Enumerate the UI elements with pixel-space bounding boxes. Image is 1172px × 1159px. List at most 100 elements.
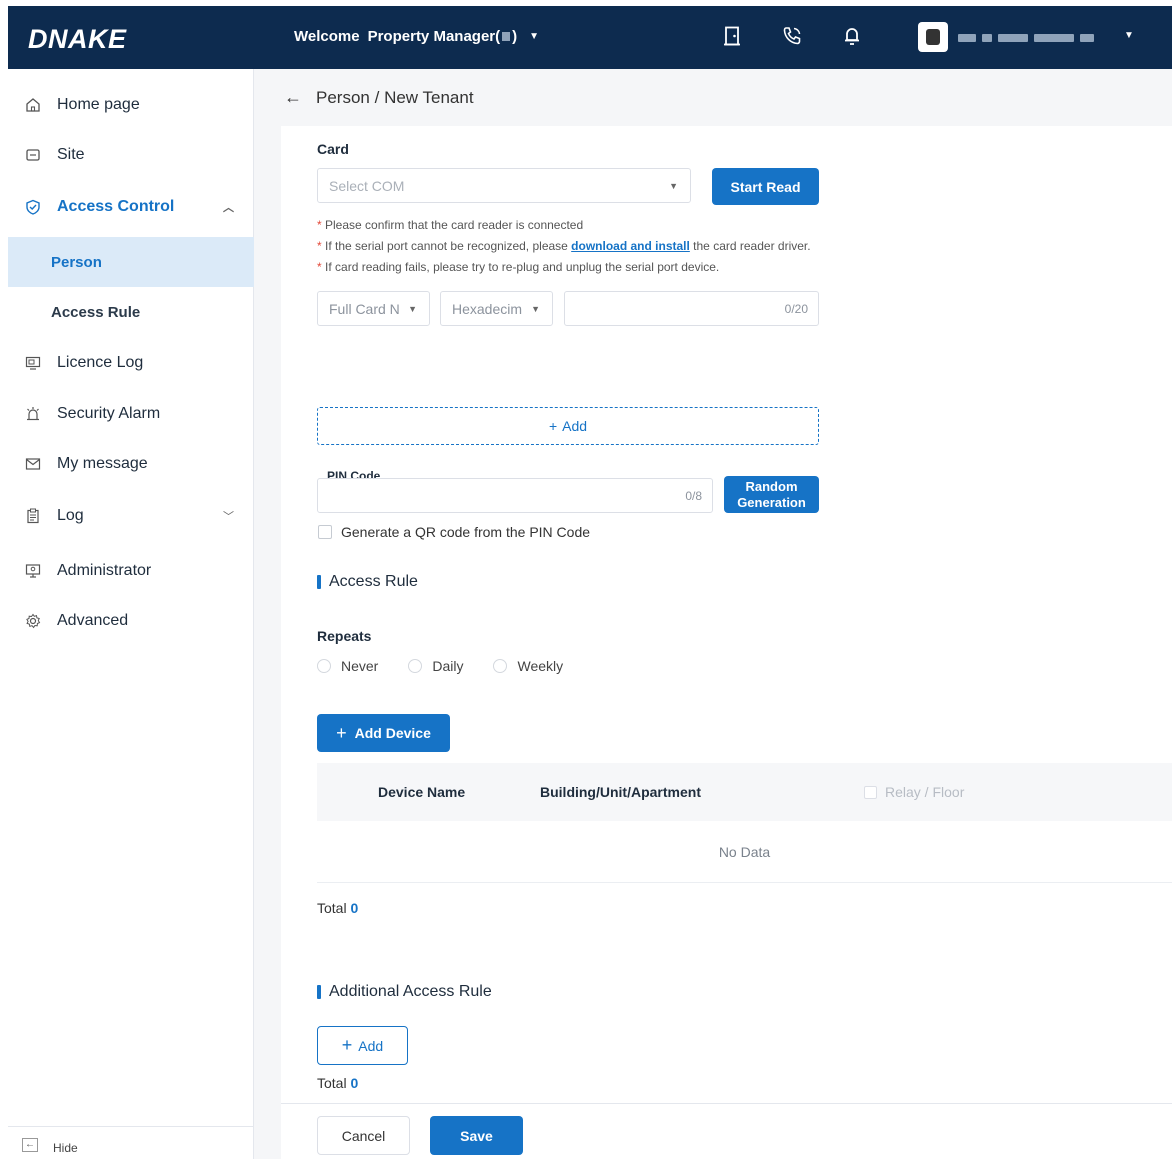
card-type-select[interactable]: Full Card N ▼ bbox=[317, 291, 430, 326]
chevron-down-icon: ▼ bbox=[529, 31, 540, 42]
sidebar-item-home[interactable]: Home page bbox=[8, 85, 254, 125]
sidebar-item-label: Home page bbox=[57, 96, 140, 113]
hide-sidebar-toggle[interactable]: ← Hide bbox=[8, 1126, 254, 1159]
device-table-header: Device Name Building/Unit/Apartment Rela… bbox=[317, 763, 1172, 821]
form-footer: Cancel Save bbox=[281, 1103, 1172, 1159]
user-name-redacted[interactable] bbox=[958, 33, 1123, 43]
com-port-select[interactable]: Select COM ▼ bbox=[317, 168, 691, 203]
random-generation-button[interactable]: Random Generation bbox=[724, 476, 819, 513]
add-card-button[interactable]: + Add bbox=[317, 407, 819, 445]
com-port-placeholder: Select COM bbox=[329, 177, 405, 194]
shield-icon bbox=[24, 198, 42, 216]
folder-icon bbox=[24, 146, 42, 164]
column-relay-floor: Relay / Floor bbox=[864, 784, 964, 800]
repeat-never-radio[interactable]: Never bbox=[317, 658, 378, 674]
note-reader-connected: * Please confirm that the card reader is… bbox=[317, 218, 584, 232]
card-section-title: Card bbox=[317, 141, 349, 157]
sidebar-item-security-alarm[interactable]: Security Alarm bbox=[8, 394, 254, 434]
pin-code-input[interactable]: 0/8 bbox=[317, 478, 713, 513]
note-replug: * If card reading fails, please try to r… bbox=[317, 260, 720, 274]
relay-checkbox[interactable] bbox=[864, 785, 877, 799]
repeat-daily-radio[interactable]: Daily bbox=[408, 658, 463, 674]
chevron-down-icon[interactable]: ▼ bbox=[1124, 30, 1134, 41]
qr-code-checkbox[interactable] bbox=[318, 525, 332, 539]
monitor-icon bbox=[24, 562, 42, 580]
chevron-up-icon: ︿ bbox=[223, 202, 234, 214]
phone-call-icon[interactable] bbox=[780, 24, 804, 48]
avatar[interactable] bbox=[918, 22, 948, 52]
welcome-text: Welcome bbox=[294, 28, 360, 45]
sidebar-item-label: Access Rule bbox=[51, 303, 141, 321]
card-format-select[interactable]: Hexadecim ▼ bbox=[440, 291, 553, 326]
pin-counter: 0/8 bbox=[685, 489, 702, 503]
door-icon[interactable] bbox=[720, 24, 744, 48]
sidebar-item-label: Licence Log bbox=[57, 354, 144, 371]
note-serial-port: * If the serial port cannot be recognize… bbox=[317, 239, 811, 253]
bell-icon[interactable] bbox=[840, 24, 864, 48]
sidebar-item-my-message[interactable]: My message bbox=[8, 444, 254, 484]
cancel-button[interactable]: Cancel bbox=[317, 1116, 410, 1155]
chevron-down-icon: ▼ bbox=[408, 303, 417, 314]
dnake-logo[interactable]: DNAKE bbox=[28, 24, 127, 55]
plus-icon: + bbox=[341, 1035, 353, 1055]
sidebar-item-label: Site bbox=[57, 146, 85, 163]
sidebar: Home page Site Access Control ︿ Person A… bbox=[8, 69, 254, 1159]
plus-icon: + bbox=[548, 418, 558, 434]
start-read-button[interactable]: Start Read bbox=[712, 168, 819, 205]
tenant-form-card: Card Select COM ▼ Start Read * Please co… bbox=[281, 126, 1172, 1159]
repeat-weekly-radio[interactable]: Weekly bbox=[493, 658, 563, 674]
sidebar-item-label: Administrator bbox=[57, 562, 152, 579]
add-additional-rule-button[interactable]: + Add bbox=[317, 1026, 408, 1065]
card-number-counter: 0/20 bbox=[784, 302, 808, 316]
additional-rule-heading: Additional Access Rule bbox=[317, 983, 492, 1001]
sidebar-item-access-control[interactable]: Access Control ︿ bbox=[8, 187, 254, 227]
sidebar-item-person[interactable]: Person bbox=[8, 237, 254, 287]
sidebar-item-licence-log[interactable]: Licence Log bbox=[8, 343, 254, 383]
sidebar-item-label: Advanced bbox=[57, 612, 129, 629]
save-button[interactable]: Save bbox=[430, 1116, 523, 1155]
chevron-down-icon: ▼ bbox=[531, 303, 540, 314]
licence-icon bbox=[24, 354, 42, 372]
download-driver-link[interactable]: download and install bbox=[571, 239, 690, 253]
qr-code-label: Generate a QR code from the PIN Code bbox=[341, 524, 591, 540]
column-building: Building/Unit/Apartment bbox=[540, 784, 701, 800]
plus-icon: + bbox=[336, 722, 347, 743]
sidebar-item-advanced[interactable]: Advanced bbox=[8, 601, 254, 641]
home-icon bbox=[24, 96, 42, 114]
chevron-down-icon: ﹀ bbox=[223, 511, 234, 523]
sidebar-item-log[interactable]: Log ﹀ bbox=[8, 496, 254, 536]
access-rule-heading: Access Rule bbox=[317, 573, 418, 591]
top-header: DNAKE Welcome Property Manager() ▼ ▼ bbox=[8, 6, 1172, 69]
arrow-left-icon: ← bbox=[22, 1138, 38, 1152]
device-table-empty: No Data bbox=[317, 821, 1172, 883]
breadcrumb-parent[interactable]: Person bbox=[316, 88, 370, 107]
sidebar-item-site[interactable]: Site bbox=[8, 135, 254, 175]
welcome-menu[interactable]: Welcome Property Manager() ▼ bbox=[294, 28, 539, 45]
sidebar-item-label: My message bbox=[57, 455, 148, 472]
role-label: Property Manager() bbox=[367, 28, 518, 45]
device-total: Total 0 bbox=[317, 900, 359, 916]
back-arrow-icon[interactable]: ← bbox=[284, 87, 302, 108]
gear-icon bbox=[24, 612, 42, 630]
clipboard-icon bbox=[24, 507, 42, 525]
sidebar-item-administrator[interactable]: Administrator bbox=[8, 551, 254, 591]
sidebar-item-label: Person bbox=[51, 253, 102, 271]
main-content: ← Person / New Tenant Card Select COM ▼ … bbox=[254, 69, 1172, 1159]
sidebar-item-label: Security Alarm bbox=[57, 405, 161, 422]
alarm-icon bbox=[24, 405, 42, 423]
additional-total: Total 0 bbox=[317, 1075, 359, 1091]
repeats-title: Repeats bbox=[317, 628, 372, 644]
breadcrumb-text: Person / New Tenant bbox=[316, 87, 474, 107]
card-number-input[interactable]: 0/20 bbox=[564, 291, 819, 326]
app-root: DNAKE Welcome Property Manager() ▼ ▼ Hom… bbox=[0, 0, 1172, 1159]
sidebar-item-access-rule[interactable]: Access Rule bbox=[8, 287, 254, 337]
repeats-radio-group: Never Daily Weekly bbox=[317, 658, 563, 674]
mail-icon bbox=[24, 455, 42, 473]
hide-label: Hide bbox=[53, 1141, 78, 1155]
breadcrumb-current: New Tenant bbox=[384, 87, 474, 107]
sidebar-item-label: Access Control bbox=[57, 198, 175, 215]
add-device-button[interactable]: + Add Device bbox=[317, 714, 450, 752]
column-device-name: Device Name bbox=[378, 784, 466, 800]
breadcrumb: ← Person / New Tenant bbox=[284, 87, 474, 108]
chevron-down-icon: ▼ bbox=[669, 180, 678, 191]
